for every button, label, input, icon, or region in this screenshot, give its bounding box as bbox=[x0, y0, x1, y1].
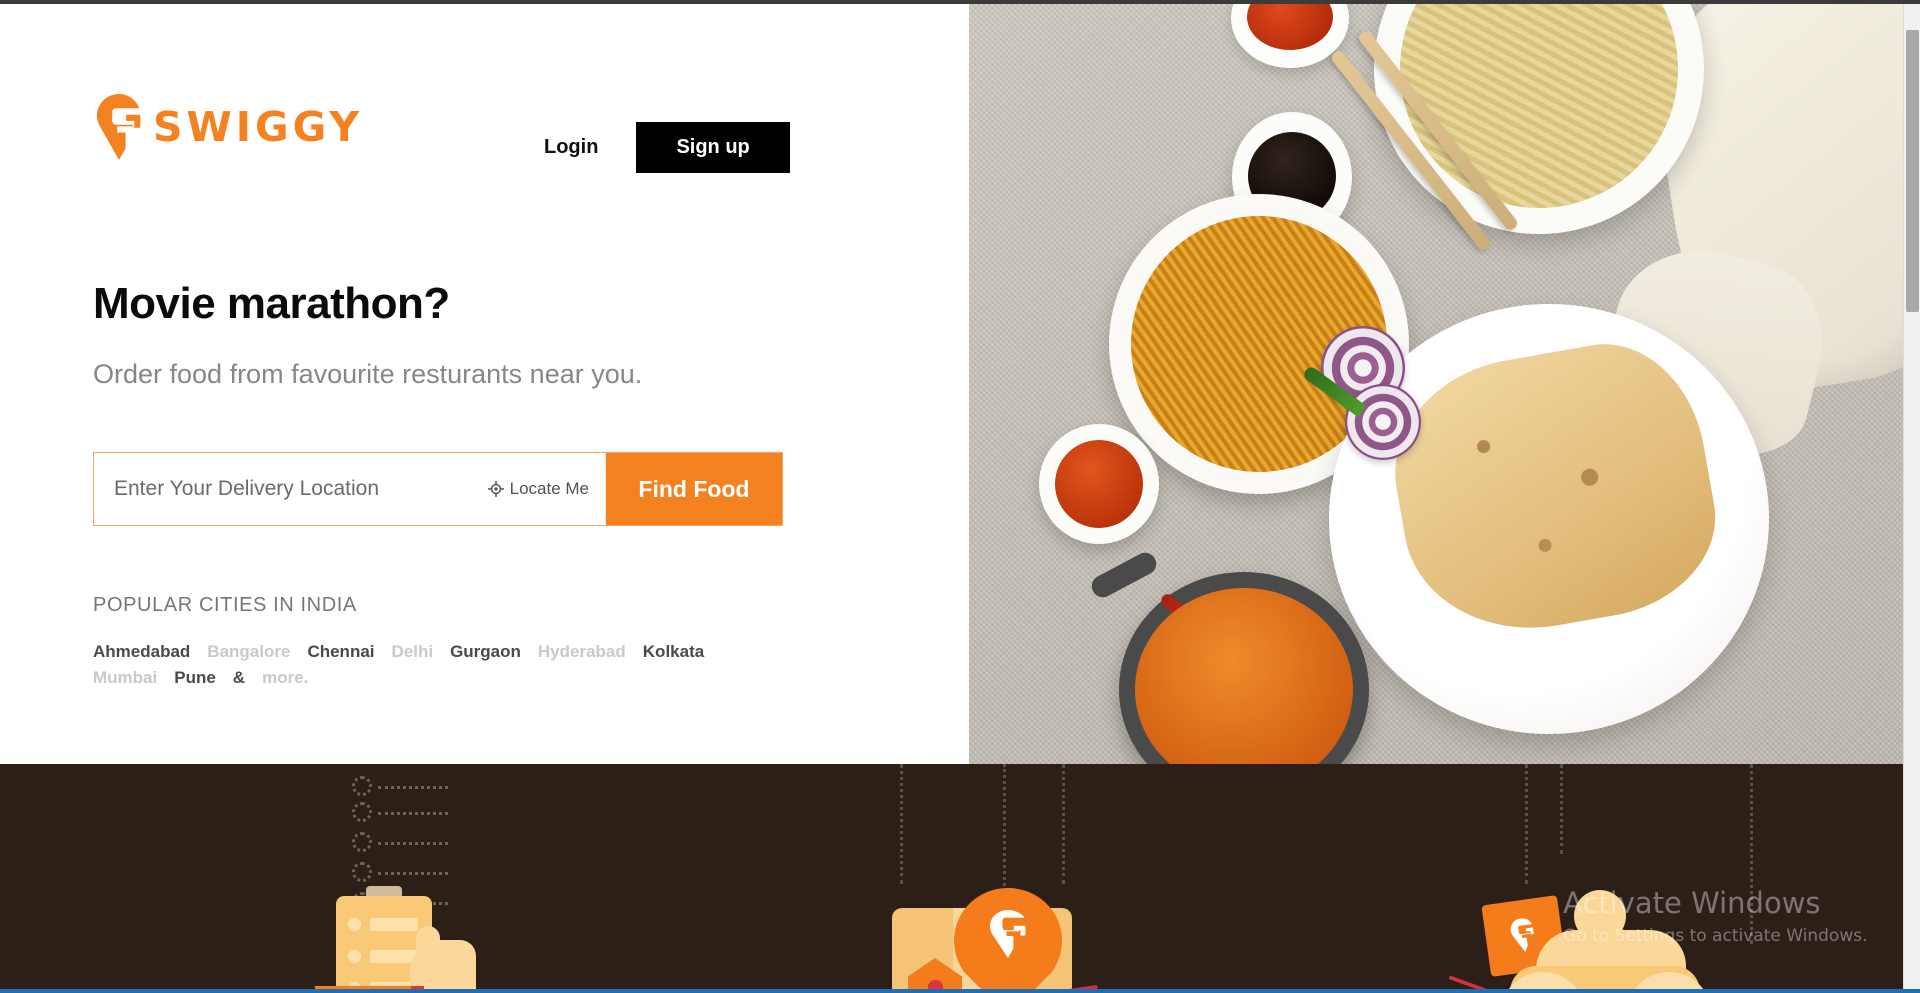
city-link[interactable]: Chennai bbox=[307, 642, 374, 662]
delivery-location-input[interactable] bbox=[114, 477, 478, 501]
more-cities-link[interactable]: more. bbox=[262, 668, 308, 688]
locate-me-button[interactable]: Locate Me bbox=[478, 479, 589, 499]
search-input-wrapper: Locate Me bbox=[94, 453, 606, 525]
brand-logo[interactable]: SWIGGY bbox=[97, 94, 363, 160]
page-title: Movie marathon? bbox=[93, 279, 450, 328]
swiggy-map-pin-icon bbox=[954, 888, 1062, 993]
dotted-decor bbox=[352, 776, 372, 796]
city-link[interactable]: Ahmedabad bbox=[93, 642, 190, 662]
dotted-decor bbox=[352, 862, 372, 882]
taskbar-edge bbox=[0, 989, 1920, 993]
city-link[interactable]: Gurgaon bbox=[450, 642, 521, 662]
hero-food-photo bbox=[969, 4, 1904, 764]
dotted-decor bbox=[1062, 764, 1065, 884]
popular-cities-heading: POPULAR CITIES IN INDIA bbox=[93, 594, 357, 616]
crosshair-location-icon bbox=[487, 481, 504, 497]
signup-button[interactable]: Sign up bbox=[636, 122, 790, 173]
dotted-decor bbox=[378, 872, 448, 875]
swiggy-bag-logo-icon bbox=[1510, 918, 1534, 952]
scrollbar-thumb[interactable] bbox=[1906, 30, 1919, 312]
header-nav: Login Sign up bbox=[530, 122, 790, 173]
dotted-decor bbox=[378, 842, 448, 845]
hero-section: SWIGGY Login Sign up Movie marathon? Ord… bbox=[0, 4, 1920, 764]
locate-me-label: Locate Me bbox=[509, 479, 589, 498]
food-photo-canvas bbox=[969, 4, 1904, 764]
city-link[interactable]: Pune bbox=[174, 668, 216, 688]
login-button[interactable]: Login bbox=[530, 128, 612, 167]
city-link[interactable]: Delhi bbox=[392, 642, 434, 662]
vertical-scrollbar[interactable] bbox=[1903, 4, 1920, 993]
dotted-decor bbox=[378, 812, 448, 815]
brand-name: SWIGGY bbox=[153, 102, 364, 151]
dotted-decor bbox=[352, 832, 372, 852]
page-root: SWIGGY Login Sign up Movie marathon? Ord… bbox=[0, 0, 1920, 993]
dotted-decor bbox=[1560, 764, 1563, 854]
dotted-decor bbox=[378, 786, 448, 789]
page-subtitle: Order food from favourite resturants nea… bbox=[93, 359, 643, 389]
location-search-bar: Locate Me Find Food bbox=[93, 452, 783, 526]
city-link[interactable]: Mumbai bbox=[93, 668, 157, 688]
dotted-decor bbox=[352, 802, 372, 822]
city-link[interactable]: Kolkata bbox=[643, 642, 704, 662]
hero-left-panel: SWIGGY Login Sign up Movie marathon? Ord… bbox=[0, 4, 969, 764]
city-separator: & bbox=[232, 668, 246, 687]
find-food-button[interactable]: Find Food bbox=[606, 453, 782, 525]
dotted-decor bbox=[1750, 764, 1753, 944]
city-link[interactable]: Bangalore bbox=[207, 642, 290, 662]
dotted-decor bbox=[900, 764, 903, 884]
city-link[interactable]: Hyderabad bbox=[538, 642, 626, 662]
dotted-decor bbox=[1525, 764, 1528, 884]
popular-cities-list: Ahmedabad Bangalore Chennai Delhi Gurgao… bbox=[93, 642, 713, 688]
swiggy-pin-icon bbox=[97, 94, 141, 160]
